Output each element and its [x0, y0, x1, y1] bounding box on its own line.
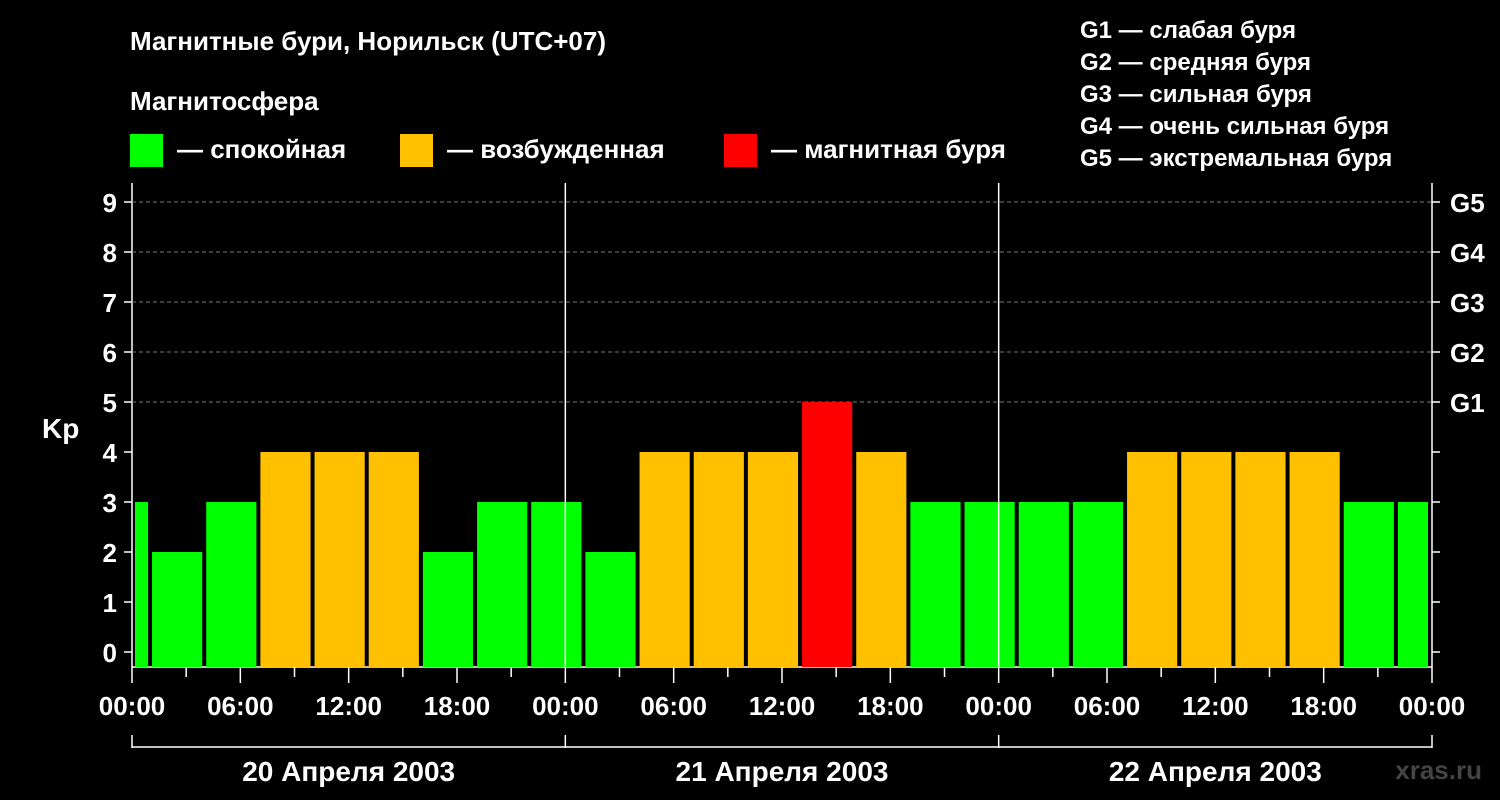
x-tick-label: 06:00 [207, 691, 274, 721]
kp-bar [1018, 502, 1069, 667]
legend-swatch [724, 134, 757, 167]
kp-bar [1072, 502, 1124, 667]
y-tick-label: 2 [103, 538, 117, 568]
x-tick-label: 18:00 [424, 691, 491, 721]
kp-bar [693, 452, 744, 667]
date-label: 20 Апреля 2003 [242, 756, 455, 787]
legend-label: — спокойная [177, 134, 346, 164]
kp-bar [368, 452, 419, 667]
kp-chart: Магнитные бури, Норильск (UTC+07) Магнит… [42, 17, 1485, 787]
kp-bar [135, 502, 149, 667]
kp-bar [477, 502, 528, 667]
x-tick-label: 00:00 [532, 691, 599, 721]
kp-bar [802, 402, 853, 667]
y-tick-label: 1 [103, 588, 117, 618]
kp-bar [1343, 502, 1394, 667]
kp-bar [1397, 502, 1428, 667]
chart-title: Магнитные бури, Норильск (UTC+07) [130, 26, 606, 56]
g-level-label: G3 [1450, 288, 1485, 318]
x-tick-label: 06:00 [640, 691, 707, 721]
kp-bar [1127, 452, 1178, 667]
g-level-label: G4 [1450, 238, 1485, 268]
legend: — спокойная — возбужденная — магнитная бур… [130, 134, 1006, 167]
legend-swatch [400, 134, 433, 167]
x-tick-label: 00:00 [99, 691, 166, 721]
y-tick-label: 4 [103, 438, 118, 468]
y-tick-label: 5 [103, 388, 117, 418]
kp-bar [260, 452, 311, 667]
y-tick-label: 7 [103, 288, 117, 318]
x-tick-label: 18:00 [857, 691, 924, 721]
kp-bar [314, 452, 365, 667]
watermark: xras.ru [1395, 755, 1482, 785]
g-level-label: G1 [1450, 388, 1485, 418]
kp-bar [152, 552, 203, 667]
x-tick-label: 12:00 [1182, 691, 1249, 721]
kp-bar [747, 452, 799, 667]
g-scale-item: G3 — сильная буря [1080, 81, 1312, 108]
legend-swatch [130, 134, 163, 167]
kp-bar [856, 452, 907, 667]
g-scale-item: G2 — средняя буря [1080, 49, 1311, 76]
y-tick-label: 8 [103, 238, 117, 268]
g-level-label: G2 [1450, 338, 1485, 368]
g-level-label: G5 [1450, 188, 1485, 218]
x-tick-label: 12:00 [315, 691, 382, 721]
date-label: 21 Апреля 2003 [676, 756, 889, 787]
kp-bar [964, 502, 1015, 667]
kp-bar [1289, 452, 1340, 667]
x-tick-label: 00:00 [965, 691, 1032, 721]
g-scale-item: G4 — очень сильная буря [1080, 113, 1389, 140]
y-tick-label: 6 [103, 338, 117, 368]
g-scale-item: G1 — слабая буря [1080, 17, 1296, 44]
y-tick-label: 0 [103, 638, 117, 668]
x-tick-label: 12:00 [749, 691, 816, 721]
kp-bar [639, 452, 690, 667]
kp-bar [206, 502, 257, 667]
legend-label: — магнитная буря [771, 134, 1006, 164]
kp-bar [422, 552, 474, 667]
kp-bar [531, 502, 582, 667]
y-tick-label: 9 [103, 188, 117, 218]
x-tick-label: 18:00 [1290, 691, 1357, 721]
kp-bar [585, 552, 636, 667]
plot-area: 0 1 2 3 4 5 6 7 8 9 G1 G2 G3 G4 G5 00:00 06:00 12:00 18:00… [99, 183, 1485, 787]
y-tick-label: 3 [103, 488, 117, 518]
legend-label: — возбужденная [447, 134, 665, 164]
g-scale-item: G5 — экстремальная буря [1080, 145, 1392, 172]
date-label: 22 Апреля 2003 [1109, 756, 1322, 787]
y-axis-label: Kp [42, 413, 79, 444]
legend-heading: Магнитосфера [130, 86, 319, 116]
kp-bar [1235, 452, 1286, 667]
kp-bar [910, 502, 961, 667]
g-scale-list: G1 — слабая буря G2 — средняя буря G3 — си… [1080, 17, 1392, 172]
kp-bar [1181, 452, 1232, 667]
x-tick-label: 06:00 [1074, 691, 1141, 721]
x-tick-label: 00:00 [1399, 691, 1466, 721]
